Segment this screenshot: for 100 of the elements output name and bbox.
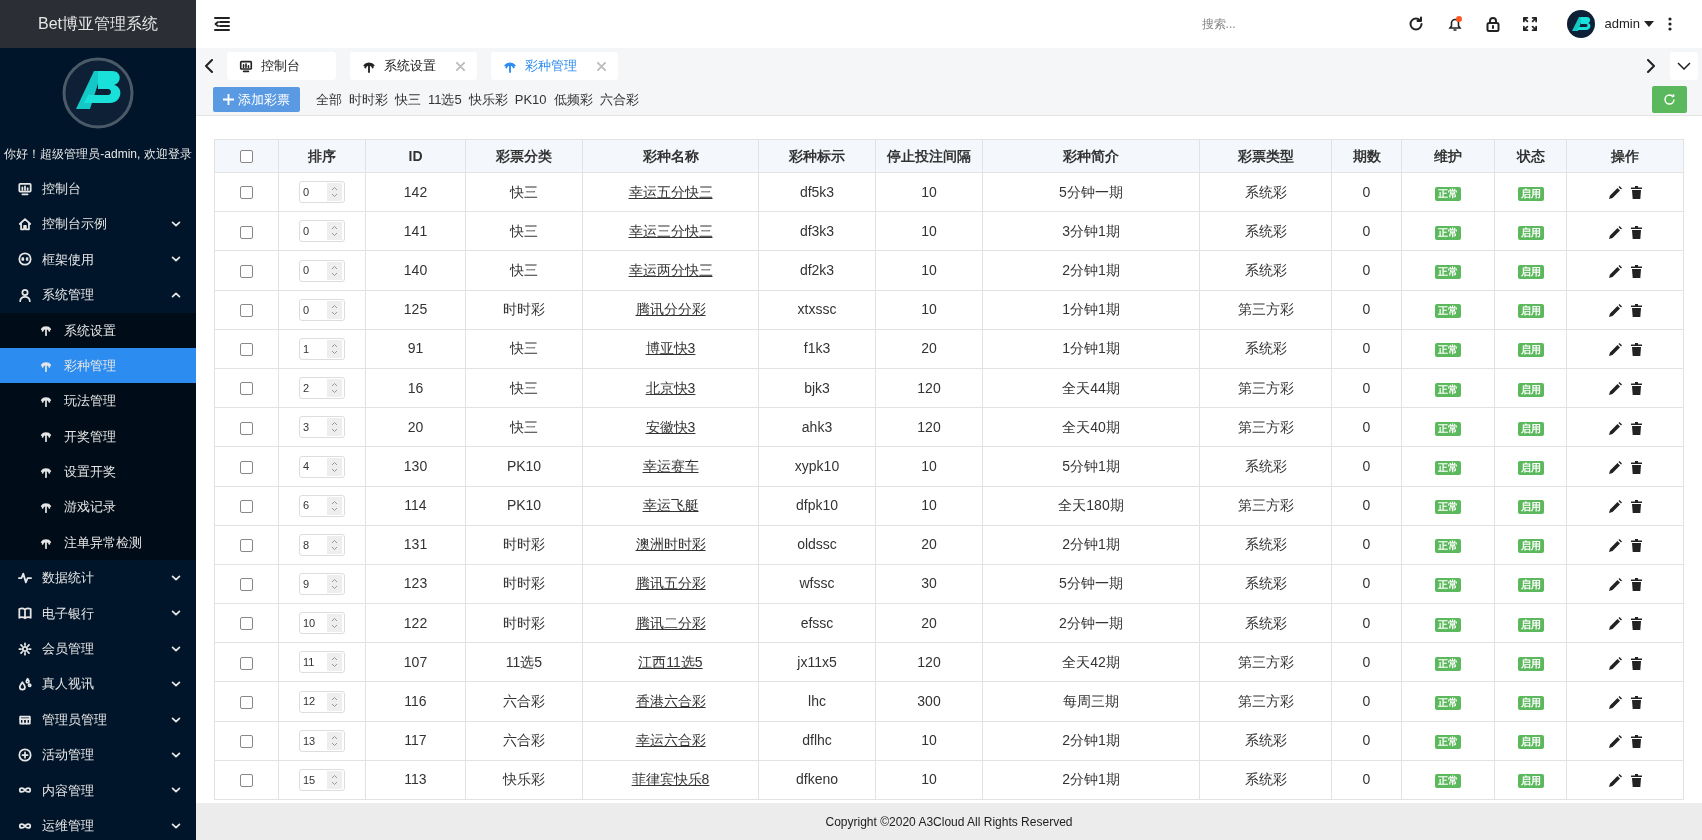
lottery-name-link[interactable]: 菲律宾快乐8 — [631, 771, 710, 788]
sidebar-item[interactable]: 活动管理 — [0, 737, 196, 773]
trash-icon[interactable] — [1630, 421, 1642, 435]
checkbox[interactable] — [240, 617, 253, 631]
edit-icon[interactable] — [1608, 695, 1622, 709]
scroll-right-icon[interactable] — [1646, 59, 1656, 73]
sort-spinner[interactable]: 11 — [299, 651, 345, 674]
avatar[interactable] — [1566, 10, 1595, 38]
checkbox[interactable] — [240, 695, 253, 709]
fullscreen-icon[interactable] — [1522, 17, 1537, 31]
sort-spinner[interactable]: 0 — [299, 298, 345, 321]
checkbox[interactable] — [240, 539, 253, 553]
trash-icon[interactable] — [1630, 186, 1642, 200]
sidebar-item[interactable]: 控制台示例 — [0, 206, 196, 242]
lottery-name-link[interactable]: 腾讯五分彩 — [635, 575, 706, 592]
edit-icon[interactable] — [1608, 460, 1622, 474]
sort-spinner[interactable]: 0 — [299, 181, 345, 204]
sidebar-item[interactable]: 数据统计 — [0, 560, 196, 596]
trash-icon[interactable] — [1630, 499, 1642, 513]
lottery-name-link[interactable]: 幸运两分快三 — [628, 261, 713, 278]
filter-link[interactable]: 快三 — [395, 89, 421, 110]
tab[interactable]: 彩种管理 — [491, 52, 618, 80]
lottery-name-link[interactable]: 北京快3 — [645, 379, 696, 396]
edit-icon[interactable] — [1608, 578, 1622, 592]
trash-icon[interactable] — [1630, 382, 1642, 396]
sidebar-subitem[interactable]: 游戏记录 — [0, 489, 196, 525]
edit-icon[interactable] — [1608, 421, 1622, 435]
checkbox[interactable] — [240, 264, 253, 278]
checkbox[interactable] — [240, 656, 253, 670]
lottery-name-link[interactable]: 安徽快3 — [645, 418, 696, 435]
sort-spinner[interactable]: 2 — [299, 377, 345, 400]
bell-icon[interactable] — [1446, 16, 1463, 32]
sort-spinner[interactable]: 13 — [299, 729, 345, 752]
edit-icon[interactable] — [1608, 343, 1622, 357]
lottery-name-link[interactable]: 腾讯二分彩 — [635, 614, 706, 631]
sidebar-subitem[interactable]: 注单异常检测 — [0, 524, 196, 561]
checkbox[interactable] — [240, 186, 253, 200]
edit-icon[interactable] — [1608, 382, 1622, 396]
sidebar-subitem[interactable]: 设置开奖 — [0, 454, 196, 490]
sidebar-item[interactable]: 运维管理 — [0, 808, 196, 840]
trash-icon[interactable] — [1630, 695, 1642, 709]
sort-spinner[interactable]: 15 — [299, 769, 345, 792]
trash-icon[interactable] — [1630, 225, 1642, 239]
tab-menu-button[interactable] — [1670, 52, 1698, 80]
lottery-name-link[interactable]: 澳洲时时彩 — [635, 536, 706, 553]
checkbox[interactable] — [240, 150, 253, 164]
edit-icon[interactable] — [1608, 617, 1622, 631]
sort-spinner[interactable]: 3 — [299, 416, 345, 439]
tab[interactable]: 控制台 — [227, 52, 336, 80]
sort-spinner[interactable]: 12 — [299, 690, 345, 713]
sidebar-item[interactable]: 电子银行 — [0, 595, 196, 632]
menu-fold-icon[interactable] — [214, 17, 230, 31]
filter-link[interactable]: 11选5 — [428, 89, 462, 110]
sidebar-item[interactable]: 会员管理 — [0, 631, 196, 667]
scroll-left-icon[interactable] — [204, 59, 214, 73]
checkbox[interactable] — [240, 303, 253, 317]
checkbox[interactable] — [240, 382, 253, 396]
filter-link[interactable]: PK10 — [514, 89, 547, 110]
sidebar-item[interactable]: 控制台 — [0, 171, 196, 207]
edit-icon[interactable] — [1608, 303, 1622, 317]
trash-icon[interactable] — [1630, 539, 1642, 553]
edit-icon[interactable] — [1608, 264, 1622, 278]
checkbox[interactable] — [240, 421, 253, 435]
edit-icon[interactable] — [1608, 186, 1622, 200]
sidebar-subitem[interactable]: 开奖管理 — [0, 418, 196, 455]
trash-icon[interactable] — [1630, 656, 1642, 670]
checkbox[interactable] — [240, 735, 253, 748]
sort-spinner[interactable]: 1 — [299, 338, 345, 360]
sort-spinner[interactable]: 6 — [299, 494, 345, 517]
trash-icon[interactable] — [1630, 617, 1642, 631]
lottery-name-link[interactable]: 江西11选5 — [638, 653, 703, 670]
filter-link[interactable]: 全部 — [316, 89, 342, 110]
lottery-name-link[interactable]: 博亚快3 — [645, 340, 696, 357]
refresh-icon[interactable] — [1407, 16, 1424, 32]
edit-icon[interactable] — [1608, 774, 1622, 788]
trash-icon[interactable] — [1630, 343, 1642, 357]
checkbox[interactable] — [240, 343, 253, 357]
sort-spinner[interactable]: 4 — [299, 455, 345, 478]
edit-icon[interactable] — [1608, 225, 1622, 239]
checkbox[interactable] — [240, 578, 253, 592]
lottery-name-link[interactable]: 幸运飞艇 — [642, 497, 699, 514]
sidebar-subitem[interactable]: 玩法管理 — [0, 383, 196, 419]
sidebar-item[interactable]: 真人视讯 — [0, 666, 196, 702]
sort-spinner[interactable]: 8 — [299, 533, 345, 556]
trash-icon[interactable] — [1630, 460, 1642, 474]
lottery-name-link[interactable]: 幸运赛车 — [642, 457, 699, 474]
trash-icon[interactable] — [1630, 264, 1642, 278]
edit-icon[interactable] — [1608, 499, 1622, 513]
trash-icon[interactable] — [1630, 735, 1642, 748]
edit-icon[interactable] — [1608, 656, 1622, 670]
trash-icon[interactable] — [1630, 774, 1642, 788]
checkbox[interactable] — [240, 460, 253, 474]
edit-icon[interactable] — [1608, 539, 1622, 553]
search-field[interactable]: 搜索... — [1201, 15, 1322, 33]
sidebar-item[interactable]: 内容管理 — [0, 772, 196, 809]
lock-icon[interactable] — [1484, 16, 1501, 32]
edit-icon[interactable] — [1608, 735, 1622, 748]
filter-link[interactable]: 六合彩 — [599, 89, 639, 110]
checkbox[interactable] — [240, 499, 253, 513]
trash-icon[interactable] — [1630, 303, 1642, 317]
